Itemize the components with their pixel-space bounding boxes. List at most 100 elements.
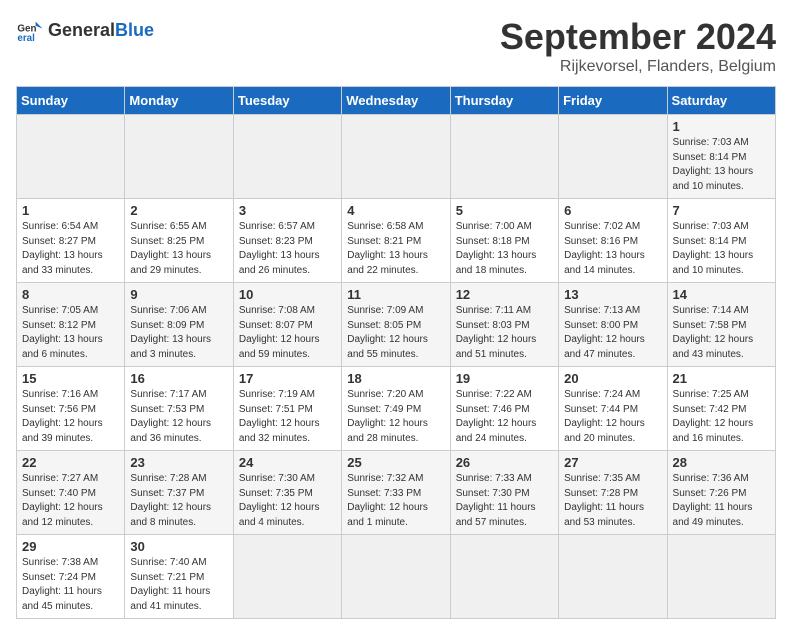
calendar-cell: 12 Sunrise: 7:11 AMSunset: 8:03 PMDaylig… bbox=[450, 283, 558, 367]
day-number: 18 bbox=[347, 371, 444, 386]
calendar-cell: 29 Sunrise: 7:38 AMSunset: 7:24 PMDaylig… bbox=[17, 535, 125, 619]
cell-info: Sunrise: 7:22 AMSunset: 7:46 PMDaylight:… bbox=[456, 388, 553, 446]
calendar-cell: 16 Sunrise: 7:17 AMSunset: 7:53 PMDaylig… bbox=[125, 367, 233, 451]
calendar-cell bbox=[125, 115, 233, 199]
col-header-thursday: Thursday bbox=[450, 87, 558, 115]
day-number: 28 bbox=[673, 455, 770, 470]
title-area: September 2024 Rijkevorsel, Flanders, Be… bbox=[500, 16, 776, 76]
day-number: 9 bbox=[130, 287, 227, 302]
cell-info: Sunrise: 7:27 AMSunset: 7:40 PMDaylight:… bbox=[22, 472, 119, 530]
calendar-cell: 13 Sunrise: 7:13 AMSunset: 8:00 PMDaylig… bbox=[559, 283, 667, 367]
day-number: 17 bbox=[239, 371, 336, 386]
day-number: 4 bbox=[347, 203, 444, 218]
calendar-cell: 1 Sunrise: 7:03 AMSunset: 8:14 PMDayligh… bbox=[667, 115, 775, 199]
day-number: 10 bbox=[239, 287, 336, 302]
calendar-cell: 5 Sunrise: 7:00 AMSunset: 8:18 PMDayligh… bbox=[450, 199, 558, 283]
day-number: 11 bbox=[347, 287, 444, 302]
calendar-cell: 14 Sunrise: 7:14 AMSunset: 7:58 PMDaylig… bbox=[667, 283, 775, 367]
cell-info: Sunrise: 7:38 AMSunset: 7:24 PMDaylight:… bbox=[22, 556, 119, 614]
header: Gen eral GeneralBlue September 2024 Rijk… bbox=[16, 16, 776, 76]
calendar-cell: 26 Sunrise: 7:33 AMSunset: 7:30 PMDaylig… bbox=[450, 451, 558, 535]
day-number: 7 bbox=[673, 203, 770, 218]
cell-info: Sunrise: 7:09 AMSunset: 8:05 PMDaylight:… bbox=[347, 304, 444, 362]
col-header-monday: Monday bbox=[125, 87, 233, 115]
cell-info: Sunrise: 7:16 AMSunset: 7:56 PMDaylight:… bbox=[22, 388, 119, 446]
calendar-cell: 23 Sunrise: 7:28 AMSunset: 7:37 PMDaylig… bbox=[125, 451, 233, 535]
col-header-saturday: Saturday bbox=[667, 87, 775, 115]
logo-general: General bbox=[48, 20, 115, 41]
cell-info: Sunrise: 7:19 AMSunset: 7:51 PMDaylight:… bbox=[239, 388, 336, 446]
day-number: 27 bbox=[564, 455, 661, 470]
logo: Gen eral GeneralBlue bbox=[16, 16, 154, 44]
day-number: 19 bbox=[456, 371, 553, 386]
day-number: 2 bbox=[130, 203, 227, 218]
day-number: 26 bbox=[456, 455, 553, 470]
calendar-week-row: 15 Sunrise: 7:16 AMSunset: 7:56 PMDaylig… bbox=[17, 367, 776, 451]
calendar-cell: 28 Sunrise: 7:36 AMSunset: 7:26 PMDaylig… bbox=[667, 451, 775, 535]
month-title: September 2024 bbox=[500, 16, 776, 58]
calendar-cell: 22 Sunrise: 7:27 AMSunset: 7:40 PMDaylig… bbox=[17, 451, 125, 535]
cell-info: Sunrise: 7:30 AMSunset: 7:35 PMDaylight:… bbox=[239, 472, 336, 530]
cell-info: Sunrise: 6:57 AMSunset: 8:23 PMDaylight:… bbox=[239, 220, 336, 278]
day-number: 1 bbox=[22, 203, 119, 218]
day-number: 29 bbox=[22, 539, 119, 554]
calendar-cell bbox=[233, 535, 341, 619]
cell-info: Sunrise: 7:02 AMSunset: 8:16 PMDaylight:… bbox=[564, 220, 661, 278]
cell-info: Sunrise: 6:58 AMSunset: 8:21 PMDaylight:… bbox=[347, 220, 444, 278]
day-number: 14 bbox=[673, 287, 770, 302]
day-number: 13 bbox=[564, 287, 661, 302]
calendar-cell: 4 Sunrise: 6:58 AMSunset: 8:21 PMDayligh… bbox=[342, 199, 450, 283]
cell-info: Sunrise: 7:05 AMSunset: 8:12 PMDaylight:… bbox=[22, 304, 119, 362]
calendar-cell: 6 Sunrise: 7:02 AMSunset: 8:16 PMDayligh… bbox=[559, 199, 667, 283]
calendar-cell: 1 Sunrise: 6:54 AMSunset: 8:27 PMDayligh… bbox=[17, 199, 125, 283]
day-number: 15 bbox=[22, 371, 119, 386]
calendar-cell: 18 Sunrise: 7:20 AMSunset: 7:49 PMDaylig… bbox=[342, 367, 450, 451]
calendar-week-row: 1 Sunrise: 7:03 AMSunset: 8:14 PMDayligh… bbox=[17, 115, 776, 199]
cell-info: Sunrise: 7:24 AMSunset: 7:44 PMDaylight:… bbox=[564, 388, 661, 446]
cell-info: Sunrise: 7:28 AMSunset: 7:37 PMDaylight:… bbox=[130, 472, 227, 530]
calendar-cell: 19 Sunrise: 7:22 AMSunset: 7:46 PMDaylig… bbox=[450, 367, 558, 451]
logo-text: GeneralBlue bbox=[48, 20, 154, 41]
calendar-week-row: 8 Sunrise: 7:05 AMSunset: 8:12 PMDayligh… bbox=[17, 283, 776, 367]
calendar-cell bbox=[559, 535, 667, 619]
day-number: 20 bbox=[564, 371, 661, 386]
day-number: 6 bbox=[564, 203, 661, 218]
cell-info: Sunrise: 7:13 AMSunset: 8:00 PMDaylight:… bbox=[564, 304, 661, 362]
day-number: 22 bbox=[22, 455, 119, 470]
day-number: 8 bbox=[22, 287, 119, 302]
col-header-tuesday: Tuesday bbox=[233, 87, 341, 115]
calendar-cell bbox=[559, 115, 667, 199]
cell-info: Sunrise: 7:17 AMSunset: 7:53 PMDaylight:… bbox=[130, 388, 227, 446]
calendar-cell: 2 Sunrise: 6:55 AMSunset: 8:25 PMDayligh… bbox=[125, 199, 233, 283]
calendar-cell bbox=[233, 115, 341, 199]
cell-info: Sunrise: 7:32 AMSunset: 7:33 PMDaylight:… bbox=[347, 472, 444, 530]
calendar-cell: 9 Sunrise: 7:06 AMSunset: 8:09 PMDayligh… bbox=[125, 283, 233, 367]
logo-blue: Blue bbox=[115, 20, 154, 41]
calendar-cell bbox=[17, 115, 125, 199]
cell-info: Sunrise: 7:35 AMSunset: 7:28 PMDaylight:… bbox=[564, 472, 661, 530]
col-header-wednesday: Wednesday bbox=[342, 87, 450, 115]
day-number: 1 bbox=[673, 119, 770, 134]
cell-info: Sunrise: 7:06 AMSunset: 8:09 PMDaylight:… bbox=[130, 304, 227, 362]
cell-info: Sunrise: 7:33 AMSunset: 7:30 PMDaylight:… bbox=[456, 472, 553, 530]
cell-info: Sunrise: 7:11 AMSunset: 8:03 PMDaylight:… bbox=[456, 304, 553, 362]
calendar-week-row: 22 Sunrise: 7:27 AMSunset: 7:40 PMDaylig… bbox=[17, 451, 776, 535]
day-number: 5 bbox=[456, 203, 553, 218]
day-number: 12 bbox=[456, 287, 553, 302]
calendar-cell: 20 Sunrise: 7:24 AMSunset: 7:44 PMDaylig… bbox=[559, 367, 667, 451]
day-number: 25 bbox=[347, 455, 444, 470]
calendar-cell: 10 Sunrise: 7:08 AMSunset: 8:07 PMDaylig… bbox=[233, 283, 341, 367]
col-header-friday: Friday bbox=[559, 87, 667, 115]
cell-info: Sunrise: 6:55 AMSunset: 8:25 PMDaylight:… bbox=[130, 220, 227, 278]
calendar-header-row: SundayMondayTuesdayWednesdayThursdayFrid… bbox=[17, 87, 776, 115]
calendar-cell: 8 Sunrise: 7:05 AMSunset: 8:12 PMDayligh… bbox=[17, 283, 125, 367]
calendar-cell: 11 Sunrise: 7:09 AMSunset: 8:05 PMDaylig… bbox=[342, 283, 450, 367]
cell-info: Sunrise: 6:54 AMSunset: 8:27 PMDaylight:… bbox=[22, 220, 119, 278]
cell-info: Sunrise: 7:14 AMSunset: 7:58 PMDaylight:… bbox=[673, 304, 770, 362]
calendar-cell: 3 Sunrise: 6:57 AMSunset: 8:23 PMDayligh… bbox=[233, 199, 341, 283]
calendar-cell bbox=[450, 535, 558, 619]
cell-info: Sunrise: 7:25 AMSunset: 7:42 PMDaylight:… bbox=[673, 388, 770, 446]
logo-icon: Gen eral bbox=[16, 16, 44, 44]
calendar-cell: 27 Sunrise: 7:35 AMSunset: 7:28 PMDaylig… bbox=[559, 451, 667, 535]
calendar-cell bbox=[342, 115, 450, 199]
